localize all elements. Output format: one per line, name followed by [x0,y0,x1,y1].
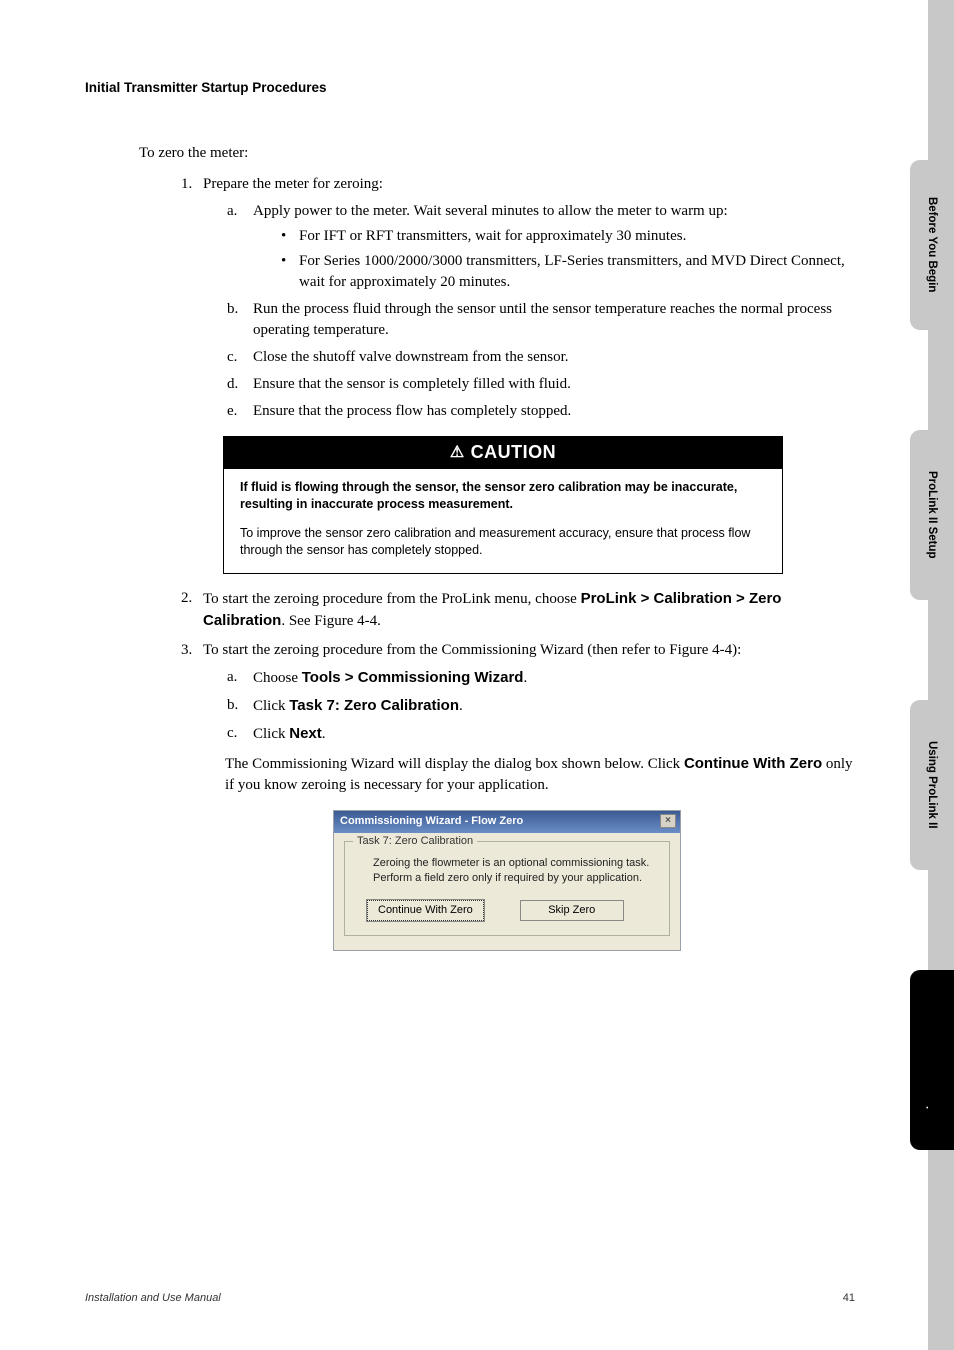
tab-before-you-begin[interactable]: Before You Begin [910,160,954,330]
step-1a: a. Apply power to the meter. Wait severa… [227,201,853,293]
step-1a-bullet-2: For Series 1000/2000/3000 transmitters, … [281,251,853,293]
step-1c: c. Close the shutoff valve downstream fr… [227,347,853,368]
caution-bold-text: If fluid is flowing through the sensor, … [240,479,766,513]
step-2-pre: To start the zeroing procedure from the … [203,591,581,607]
step-1d-letter: d. [227,374,238,395]
step-1a-text: Apply power to the meter. Wait several m… [253,203,728,219]
step-2-number: 2. [181,588,192,609]
step-1e-text: Ensure that the process flow has complet… [253,403,571,419]
dialog-title-text: Commissioning Wizard - Flow Zero [340,814,523,829]
step-3: 3. To start the zeroing procedure from t… [181,640,853,951]
step-3-after-pre: The Commissioning Wizard will display th… [225,756,684,772]
step-3a-post: . [523,670,527,686]
section-title: Initial Transmitter Startup Procedures [85,80,853,95]
caution-title: CAUTION [471,442,557,462]
step-3-number: 3. [181,640,192,661]
step-3c-pre: Click [253,726,289,742]
step-3b-letter: b. [227,695,238,716]
step-1a-bullet-1: For IFT or RFT transmitters, wait for ap… [281,226,853,247]
step-3c-bold: Next [289,725,322,742]
step-1b-letter: b. [227,299,238,320]
footer-left: Installation and Use Manual [85,1292,221,1304]
step-3-after: The Commissioning Wizard will display th… [225,753,853,796]
step-1e: e. Ensure that the process flow has comp… [227,401,853,422]
warning-icon: ⚠ [450,444,465,461]
dialog-titlebar: Commissioning Wizard - Flow Zero × [334,811,680,833]
caution-header: ⚠ CAUTION [224,437,782,469]
step-3-text: To start the zeroing procedure from the … [203,642,741,658]
step-1c-letter: c. [227,347,237,368]
tab-using-prolink[interactable]: Using ProLink II [910,700,954,870]
close-icon[interactable]: × [660,814,676,828]
step-3b-pre: Click [253,698,289,714]
side-tabs: Before You Begin ProLink II Setup Using … [902,0,954,1350]
dialog-legend: Task 7: Zero Calibration [353,834,477,849]
step-2-post: . See Figure 4-4. [281,613,381,629]
tab-prolink-setup[interactable]: ProLink II Setup [910,430,954,600]
page-number: 41 [843,1292,855,1304]
dialog-flow-zero: Commissioning Wizard - Flow Zero × Task … [333,810,681,951]
step-1b: b. Run the process fluid through the sen… [227,299,853,341]
dialog-line-1: Zeroing the flowmeter is an optional com… [373,856,657,871]
step-1: 1. Prepare the meter for zeroing: a. App… [181,174,853,574]
dialog-message: Zeroing the flowmeter is an optional com… [373,856,657,886]
step-3a-letter: a. [227,667,237,688]
step-1e-letter: e. [227,401,237,422]
step-3b-bold: Task 7: Zero Calibration [289,697,459,714]
step-1-number: 1. [181,174,192,195]
step-1d-text: Ensure that the sensor is completely fil… [253,376,571,392]
step-3b-post: . [459,698,463,714]
step-1b-text: Run the process fluid through the sensor… [253,301,832,338]
step-3b: b. Click Task 7: Zero Calibration. [227,695,853,717]
continue-with-zero-button[interactable]: Continue With Zero [367,900,484,921]
step-3a-pre: Choose [253,670,302,686]
intro-text: To zero the meter: [139,143,853,164]
dialog-groupbox: Task 7: Zero Calibration Zeroing the flo… [344,841,670,936]
skip-zero-button[interactable]: Skip Zero [520,900,624,921]
step-1-text: Prepare the meter for zeroing: [203,176,383,192]
page-footer: Installation and Use Manual 41 [85,1292,855,1304]
caution-box: ⚠ CAUTION If fluid is flowing through the… [223,436,783,574]
step-2: 2. To start the zeroing procedure from t… [181,588,853,632]
caution-body-text: To improve the sensor zero calibration a… [240,525,766,559]
dialog-line-2: Perform a field zero only if required by… [373,871,657,886]
step-1c-text: Close the shutoff valve downstream from … [253,349,569,365]
step-3c-letter: c. [227,723,237,744]
step-3c-post: . [322,726,326,742]
step-3a: a. Choose Tools > Commissioning Wizard. [227,667,853,689]
step-3-after-bold: Continue With Zero [684,755,822,772]
step-3a-bold: Tools > Commissioning Wizard [302,669,524,686]
step-1a-letter: a. [227,201,237,222]
step-1d: d. Ensure that the sensor is completely … [227,374,853,395]
step-3c: c. Click Next. [227,723,853,745]
